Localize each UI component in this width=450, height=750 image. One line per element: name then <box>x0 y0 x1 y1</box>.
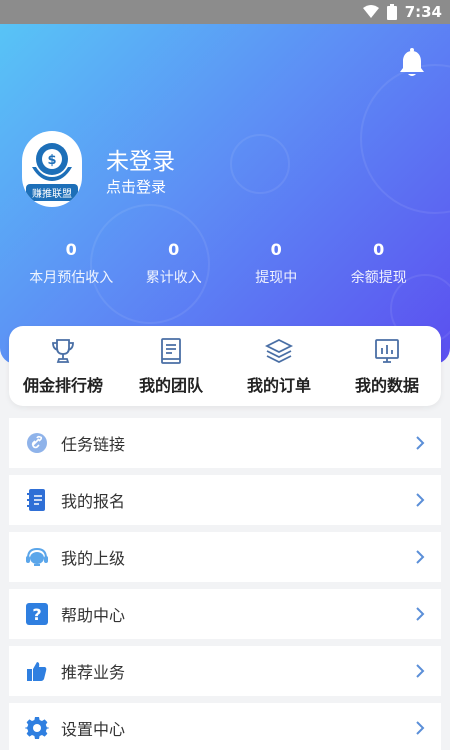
menu-item-label: 我的上级 <box>61 549 126 568</box>
stat-label: 余额提现 <box>350 270 407 286</box>
battery-icon <box>386 4 397 20</box>
gear-icon <box>25 716 49 740</box>
wifi-icon <box>362 5 379 18</box>
menu-item-label: 推荐业务 <box>61 663 126 682</box>
menu-item-recommend-business[interactable]: 推荐业务 <box>9 646 441 696</box>
menu-item-label: 设置中心 <box>61 720 126 739</box>
link-icon <box>25 431 49 455</box>
avatar-logo-text: 赚推联盟 <box>26 184 78 201</box>
notebook-icon <box>25 488 49 512</box>
chevron-right-icon <box>416 493 425 507</box>
quick-action-label: 我的团队 <box>138 376 203 395</box>
menu-item-help-center[interactable]: ? 帮助中心 <box>9 589 441 639</box>
stat-label: 本月预估收入 <box>29 270 114 286</box>
menu-item-label: 任务链接 <box>61 435 126 454</box>
chevron-right-icon <box>416 550 425 564</box>
quick-action-my-orders[interactable]: 我的订单 <box>229 336 329 396</box>
quick-action-my-data[interactable]: 我的数据 <box>337 336 437 396</box>
stat-monthly-estimate[interactable]: 0 本月预估收入 <box>21 240 121 287</box>
stat-label: 提现中 <box>255 270 298 286</box>
help-icon: ? <box>25 602 49 626</box>
quick-action-label: 佣金排行榜 <box>22 376 103 395</box>
menu-item-settings-center[interactable]: 设置中心 <box>9 703 441 750</box>
svg-text:$: $ <box>47 153 56 168</box>
login-hint[interactable]: 点击登录 <box>106 176 166 197</box>
svg-text:?: ? <box>32 605 41 624</box>
stat-total-income[interactable]: 0 累计收入 <box>124 240 224 287</box>
stat-value: 0 <box>65 240 77 259</box>
status-bar: 7:34 <box>0 0 450 24</box>
quick-action-label: 我的订单 <box>246 376 311 395</box>
menu-item-task-link[interactable]: 任务链接 <box>9 418 441 468</box>
quick-action-label: 我的数据 <box>354 376 419 395</box>
trophy-icon <box>52 339 74 363</box>
stat-value: 0 <box>373 240 385 259</box>
stat-value: 0 <box>270 240 282 259</box>
stat-balance-withdraw[interactable]: 0 余额提现 <box>329 240 429 287</box>
status-icons: 7:34 <box>362 3 442 21</box>
header-decoration <box>360 64 450 214</box>
headset-icon <box>25 545 49 569</box>
quick-actions-card: 佣金排行榜 我的团队 我的订单 我的数据 <box>9 326 441 406</box>
book-icon <box>161 338 181 364</box>
chevron-right-icon <box>416 721 425 735</box>
stat-label: 累计收入 <box>145 270 202 286</box>
chart-icon <box>375 339 399 363</box>
menu-item-label: 帮助中心 <box>61 606 126 625</box>
stat-value: 0 <box>168 240 180 259</box>
menu-list: 任务链接 我的报名 我的上级 ? 帮助中心 推荐业务 设置中心 <box>9 418 441 750</box>
chevron-right-icon <box>416 664 425 678</box>
stats-row: 0 本月预估收入 0 累计收入 0 提现中 0 余额提现 <box>0 240 450 287</box>
menu-item-my-superior[interactable]: 我的上级 <box>9 532 441 582</box>
user-name[interactable]: 未登录 <box>106 142 175 176</box>
chevron-right-icon <box>416 607 425 621</box>
bell-icon[interactable] <box>398 48 426 78</box>
status-time: 7:34 <box>404 3 442 21</box>
profile-header: $ 赚推联盟 未登录 点击登录 0 本月预估收入 0 累计收入 0 提现中 0 … <box>0 24 450 364</box>
avatar[interactable]: $ 赚推联盟 <box>22 131 82 207</box>
header-decoration <box>230 134 290 194</box>
quick-action-my-team[interactable]: 我的团队 <box>121 336 221 396</box>
layers-icon <box>264 338 294 364</box>
menu-item-my-registration[interactable]: 我的报名 <box>9 475 441 525</box>
stat-withdrawing[interactable]: 0 提现中 <box>226 240 326 287</box>
thumbs-up-icon <box>25 659 49 683</box>
chevron-right-icon <box>416 436 425 450</box>
quick-action-commission-ranking[interactable]: 佣金排行榜 <box>13 336 113 396</box>
menu-item-label: 我的报名 <box>61 492 126 511</box>
